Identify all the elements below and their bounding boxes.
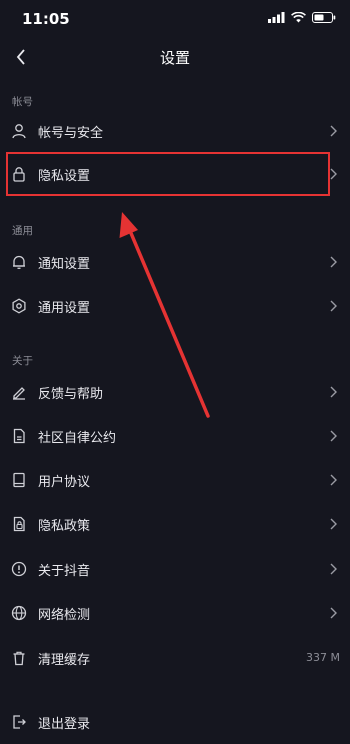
- annotation-arrow: [119, 212, 210, 418]
